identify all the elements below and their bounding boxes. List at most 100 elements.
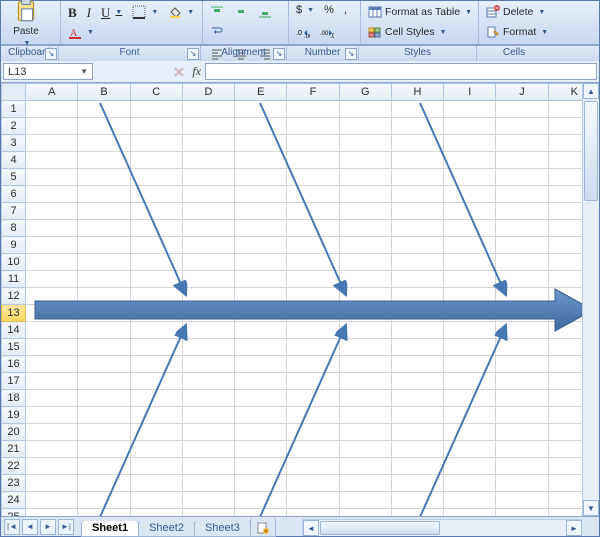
vertical-scrollbar[interactable]: ▲ ▼	[582, 83, 599, 516]
cell-D22[interactable]	[182, 458, 234, 475]
cell-J9[interactable]	[496, 237, 548, 254]
cell-E21[interactable]	[235, 441, 287, 458]
cancel-icon[interactable]	[172, 65, 186, 79]
format-button[interactable]: Format▼	[482, 23, 552, 41]
cell-A11[interactable]	[26, 271, 78, 288]
cell-D3[interactable]	[182, 135, 234, 152]
cell-G2[interactable]	[339, 118, 391, 135]
fx-button[interactable]: fx	[192, 64, 201, 79]
cell-J18[interactable]	[496, 390, 548, 407]
name-box[interactable]: L13 ▼	[3, 63, 93, 80]
cell-B2[interactable]	[78, 118, 130, 135]
cell-E24[interactable]	[235, 492, 287, 509]
column-header-A[interactable]: A	[26, 84, 78, 101]
cell-G21[interactable]	[339, 441, 391, 458]
row-header-22[interactable]: 22	[2, 458, 26, 475]
cell-I23[interactable]	[444, 475, 496, 492]
cell-A10[interactable]	[26, 254, 78, 271]
cell-D23[interactable]	[182, 475, 234, 492]
cell-A24[interactable]	[26, 492, 78, 509]
cell-D14[interactable]	[182, 322, 234, 339]
cell-A1[interactable]	[26, 101, 78, 118]
cell-I19[interactable]	[444, 407, 496, 424]
cell-G9[interactable]	[339, 237, 391, 254]
cell-H19[interactable]	[391, 407, 443, 424]
tab-last-button[interactable]: ►|	[58, 519, 74, 535]
cell-A14[interactable]	[26, 322, 78, 339]
cell-B5[interactable]	[78, 169, 130, 186]
cell-F23[interactable]	[287, 475, 339, 492]
row-header-3[interactable]: 3	[2, 135, 26, 152]
cell-E20[interactable]	[235, 424, 287, 441]
row-header-10[interactable]: 10	[2, 254, 26, 271]
cell-E4[interactable]	[235, 152, 287, 169]
cell-I3[interactable]	[444, 135, 496, 152]
cell-C15[interactable]	[130, 339, 182, 356]
column-header-B[interactable]: B	[78, 84, 130, 101]
cell-I20[interactable]	[444, 424, 496, 441]
cell-D20[interactable]	[182, 424, 234, 441]
cell-E5[interactable]	[235, 169, 287, 186]
cell-J7[interactable]	[496, 203, 548, 220]
cell-C21[interactable]	[130, 441, 182, 458]
cell-I15[interactable]	[444, 339, 496, 356]
cell-A4[interactable]	[26, 152, 78, 169]
cell-C24[interactable]	[130, 492, 182, 509]
cell-F2[interactable]	[287, 118, 339, 135]
cell-F1[interactable]	[287, 101, 339, 118]
cell-E3[interactable]	[235, 135, 287, 152]
cell-I24[interactable]	[444, 492, 496, 509]
cell-E19[interactable]	[235, 407, 287, 424]
cell-A18[interactable]	[26, 390, 78, 407]
cell-E22[interactable]	[235, 458, 287, 475]
cell-E7[interactable]	[235, 203, 287, 220]
row-header-13[interactable]: 13	[2, 305, 26, 322]
column-header-E[interactable]: E	[235, 84, 287, 101]
cell-G4[interactable]	[339, 152, 391, 169]
cell-B10[interactable]	[78, 254, 130, 271]
row-header-16[interactable]: 16	[2, 356, 26, 373]
cell-J16[interactable]	[496, 356, 548, 373]
cell-I17[interactable]	[444, 373, 496, 390]
row-header-8[interactable]: 8	[2, 220, 26, 237]
cell-C17[interactable]	[130, 373, 182, 390]
cell-D16[interactable]	[182, 356, 234, 373]
row-header-23[interactable]: 23	[2, 475, 26, 492]
cell-E11[interactable]	[235, 271, 287, 288]
cell-D18[interactable]	[182, 390, 234, 407]
cell-C22[interactable]	[130, 458, 182, 475]
bold-button[interactable]: B	[64, 4, 81, 21]
cell-J6[interactable]	[496, 186, 548, 203]
cell-J19[interactable]	[496, 407, 548, 424]
cell-H8[interactable]	[391, 220, 443, 237]
cell-H24[interactable]	[391, 492, 443, 509]
cell-C19[interactable]	[130, 407, 182, 424]
cell-I8[interactable]	[444, 220, 496, 237]
cell-A20[interactable]	[26, 424, 78, 441]
cell-J1[interactable]	[496, 101, 548, 118]
cell-E17[interactable]	[235, 373, 287, 390]
cell-A16[interactable]	[26, 356, 78, 373]
cell-A6[interactable]	[26, 186, 78, 203]
cell-C23[interactable]	[130, 475, 182, 492]
tab-first-button[interactable]: |◄	[4, 519, 20, 535]
cell-B23[interactable]	[78, 475, 130, 492]
delete-button[interactable]: Delete▼	[482, 3, 549, 21]
cell-D11[interactable]	[182, 271, 234, 288]
row-header-19[interactable]: 19	[2, 407, 26, 424]
cell-A15[interactable]	[26, 339, 78, 356]
cell-D8[interactable]	[182, 220, 234, 237]
cell-C11[interactable]	[130, 271, 182, 288]
cell-I14[interactable]	[444, 322, 496, 339]
column-header-C[interactable]: C	[130, 84, 182, 101]
select-all-corner[interactable]	[2, 84, 26, 101]
cell-G14[interactable]	[339, 322, 391, 339]
cell-J3[interactable]	[496, 135, 548, 152]
cell-G16[interactable]	[339, 356, 391, 373]
cell-I7[interactable]	[444, 203, 496, 220]
cell-I4[interactable]	[444, 152, 496, 169]
percent-button[interactable]: %	[320, 3, 338, 18]
row-header-11[interactable]: 11	[2, 271, 26, 288]
cell-E6[interactable]	[235, 186, 287, 203]
cell-F19[interactable]	[287, 407, 339, 424]
